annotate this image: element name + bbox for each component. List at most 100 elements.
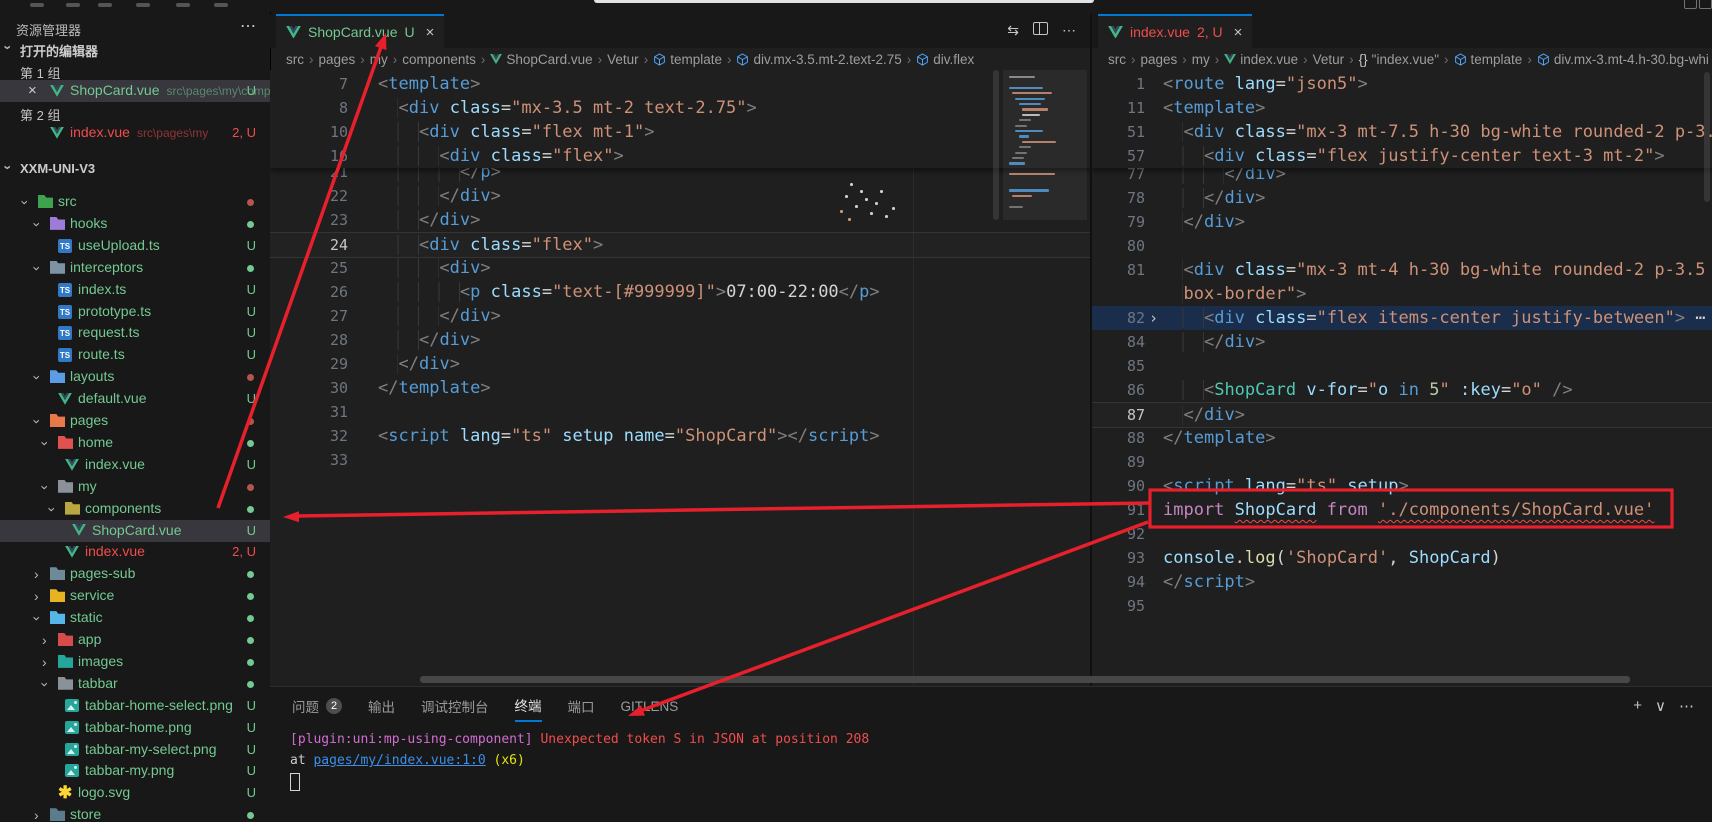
image-file-icon	[65, 721, 79, 734]
breadcrumb-item[interactable]: ShopCard.vue	[490, 52, 592, 67]
breadcrumb-item[interactable]: components	[402, 52, 476, 67]
tree-item[interactable]: tabbar-home-select.pngU	[0, 695, 270, 717]
terminal-dropdown-icon[interactable]: ∨	[1655, 697, 1666, 715]
editor-scrollbar[interactable]	[993, 70, 999, 220]
chevron-down-icon[interactable]: ›	[30, 419, 44, 424]
chevron-right-icon[interactable]: ›	[34, 567, 39, 581]
fold-chevron-icon[interactable]: ›	[1149, 306, 1158, 330]
tree-item[interactable]: TSrequest.tsU	[0, 322, 270, 344]
tree-item[interactable]: ›layouts	[0, 366, 270, 388]
breadcrumb-item[interactable]: pages	[1141, 52, 1178, 67]
code-token: div	[439, 210, 470, 230]
panel-tab-端口[interactable]: 端口	[568, 696, 595, 721]
tab-close-icon[interactable]: ×	[426, 24, 435, 41]
terminal-file-link[interactable]: pages/my/index.vue:1:0	[313, 753, 485, 768]
tree-item[interactable]: ›hooks	[0, 213, 270, 235]
tree-item[interactable]: ›components	[0, 498, 270, 520]
breadcrumb-item[interactable]: template	[1454, 52, 1523, 67]
chevron-right-icon[interactable]: ›	[42, 633, 47, 647]
breadcrumb-item[interactable]: Vetur	[607, 52, 639, 67]
tab-close-icon[interactable]: ×	[1234, 24, 1243, 41]
more-icon[interactable]: ⋯	[1679, 697, 1694, 715]
tree-item[interactable]: TSroute.tsU	[0, 344, 270, 366]
terminal-output[interactable]: [plugin:uni:mp-using-component] Unexpect…	[290, 729, 869, 792]
chevron-down-icon[interactable]: ›	[38, 682, 52, 687]
project-root-header[interactable]: › XXM-UNI-V3	[0, 158, 270, 180]
tree-item[interactable]: index.vueU	[0, 454, 270, 476]
chevron-right-icon[interactable]: ›	[34, 808, 39, 822]
git-status-dot	[247, 506, 254, 513]
breadcrumb-item[interactable]: my	[1192, 52, 1210, 67]
breadcrumb-item[interactable]: div.mx-3.mt-4.h-30.bg-whi	[1537, 52, 1709, 67]
open-editor-item[interactable]: index.vuesrc\pages\my2, U	[0, 122, 270, 144]
editor-scrollbar[interactable]	[1704, 72, 1710, 202]
editor-body[interactable]: 77 </div>78 </div>79 </div>8081 <div cla…	[1092, 70, 1712, 686]
more-icon[interactable]: ⋯	[1062, 22, 1076, 39]
tree-item[interactable]: ›app	[0, 629, 270, 651]
minimap[interactable]	[1003, 70, 1087, 686]
chevron-down-icon[interactable]: ›	[38, 441, 52, 446]
breadcrumb-item[interactable]: Vetur	[1313, 52, 1345, 67]
panel-toggle-icon[interactable]	[1699, 0, 1712, 9]
new-terminal-icon[interactable]: +	[1633, 697, 1642, 715]
tree-item[interactable]: ›tabbar	[0, 673, 270, 695]
line-number: 87	[1092, 403, 1145, 427]
editor-body[interactable]: 21 </p>22 </div>23 </div>24 <div class="…	[270, 70, 1090, 686]
chevron-right-icon[interactable]: ›	[42, 655, 47, 669]
tree-item[interactable]: TSprototype.tsU	[0, 301, 270, 323]
chevron-down-icon[interactable]: ›	[38, 485, 52, 490]
tree-item[interactable]: tabbar-my.pngU	[0, 760, 270, 782]
editor-tab[interactable]: index.vue2, U×	[1098, 14, 1252, 48]
chevron-down-icon[interactable]: ›	[30, 222, 44, 227]
tree-item[interactable]: TSindex.tsU	[0, 279, 270, 301]
panel-tab-输出[interactable]: 输出	[368, 696, 395, 721]
panel-tab-GITLENS[interactable]: GITLENS	[621, 699, 679, 719]
tree-item[interactable]: tabbar-home.pngU	[0, 717, 270, 739]
git-compare-icon[interactable]: ⇆	[1007, 22, 1019, 39]
panel-tab-终端[interactable]: 终端	[515, 695, 542, 722]
tree-item[interactable]: ›src	[0, 191, 270, 213]
breadcrumb-item[interactable]: {}"index.vue"	[1359, 52, 1439, 67]
tree-item[interactable]: ›interceptors	[0, 257, 270, 279]
open-editor-item[interactable]: ×ShopCard.vuesrc\pages\my\comp...U	[0, 80, 270, 102]
layout-toggle-icon[interactable]	[1684, 0, 1697, 9]
panel-tab-调试控制台[interactable]: 调试控制台	[421, 696, 489, 721]
chevron-down-icon[interactable]: ›	[30, 266, 44, 271]
split-editor-icon[interactable]	[1033, 22, 1048, 35]
breadcrumb-item[interactable]: index.vue	[1224, 52, 1298, 67]
editor-tab[interactable]: ShopCard.vueU×	[276, 14, 444, 48]
tree-item[interactable]: index.vue2, U	[0, 541, 270, 563]
tree-item[interactable]: ShopCard.vueU	[0, 520, 270, 542]
chevron-down-icon[interactable]: ›	[45, 507, 59, 512]
breadcrumb-item[interactable]: div.mx-3.5.mt-2.text-2.75	[736, 52, 901, 67]
breadcrumb-item[interactable]: pages	[319, 52, 356, 67]
tree-item[interactable]: ›store	[0, 804, 270, 822]
chevron-down-icon[interactable]: ›	[30, 375, 44, 380]
breadcrumb-item[interactable]: template	[653, 52, 722, 67]
chevron-down-icon[interactable]: ›	[18, 200, 32, 205]
sidebar-more-icon[interactable]: ⋯	[240, 16, 256, 36]
tree-item[interactable]: ✱logo.svgU	[0, 782, 270, 804]
panel-tab-问题[interactable]: 问题2	[292, 696, 342, 721]
tree-item[interactable]: ›home	[0, 432, 270, 454]
tree-item[interactable]: default.vueU	[0, 388, 270, 410]
tree-item[interactable]: ›my	[0, 476, 270, 498]
tree-item[interactable]: ›service	[0, 585, 270, 607]
tree-item[interactable]: ›images	[0, 651, 270, 673]
code-token: >	[1358, 74, 1368, 94]
tree-item[interactable]: TSuseUpload.tsU	[0, 235, 270, 257]
chevron-right-icon[interactable]: ›	[34, 589, 39, 603]
tree-item[interactable]: ›pages-sub	[0, 563, 270, 585]
tree-item[interactable]: ›static	[0, 607, 270, 629]
panel-sash-handle[interactable]	[420, 676, 1630, 683]
open-editors-header[interactable]: › 打开的编辑器	[0, 38, 270, 60]
tree-item[interactable]: tabbar-my-select.pngU	[0, 739, 270, 761]
breadcrumb-item[interactable]: div.flex	[916, 52, 974, 67]
breadcrumb-item[interactable]: src	[1108, 52, 1126, 67]
chevron-down-icon[interactable]: ›	[30, 616, 44, 621]
breadcrumb-item[interactable]: src	[286, 52, 304, 67]
tree-item[interactable]: ›pages	[0, 410, 270, 432]
command-center[interactable]	[594, 0, 1094, 3]
close-editor-icon[interactable]: ×	[28, 82, 37, 99]
breadcrumb-item[interactable]: my	[370, 52, 388, 67]
